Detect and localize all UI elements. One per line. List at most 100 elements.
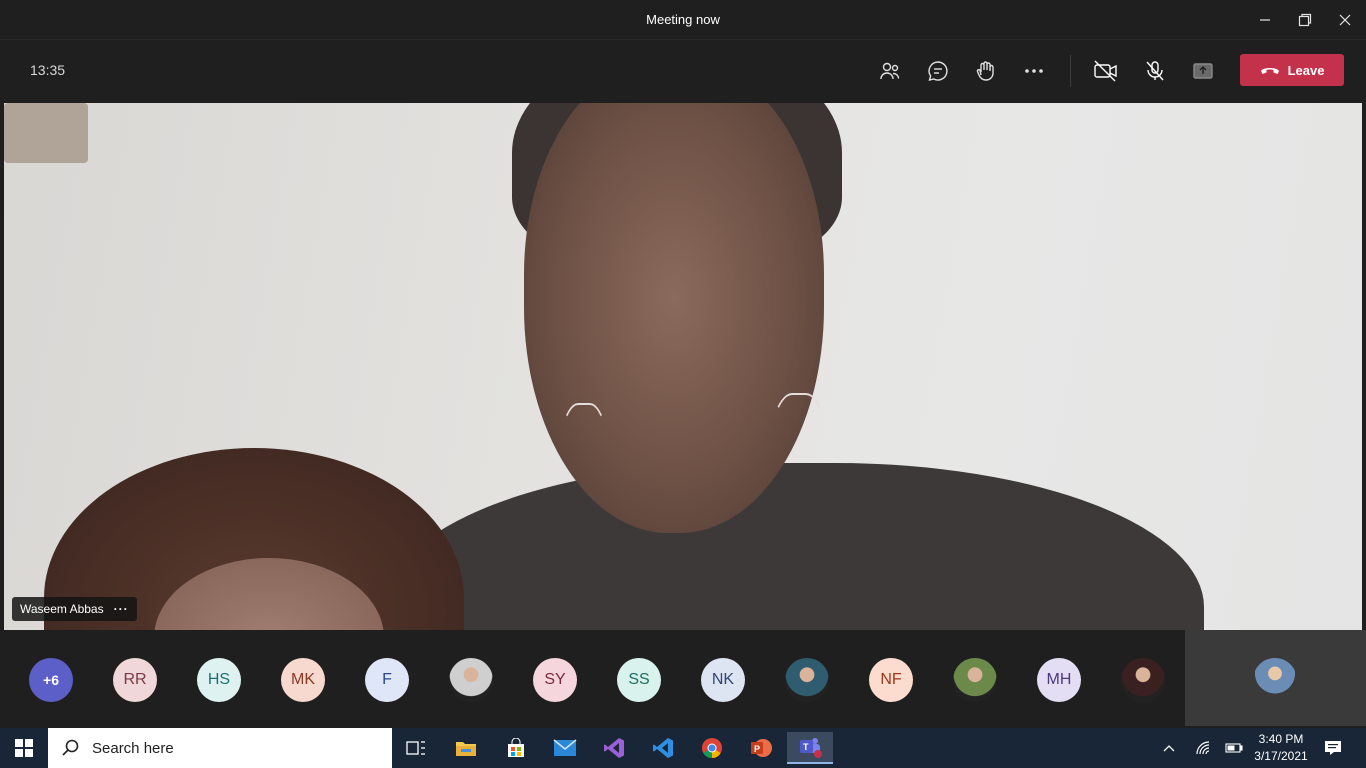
main-video-feed[interactable]: Waseem Abbas ··· — [4, 103, 1362, 630]
visual-studio-button[interactable] — [594, 732, 634, 764]
self-view-tile[interactable] — [1185, 630, 1366, 726]
search-placeholder: Search here — [92, 739, 174, 757]
mail-icon — [553, 739, 577, 756]
chat-icon — [928, 61, 948, 81]
more-actions-button[interactable] — [1016, 53, 1052, 89]
wall-frame-image — [4, 103, 88, 163]
taskbar-search-box[interactable]: Search here — [48, 728, 392, 768]
restore-button[interactable] — [1285, 0, 1325, 40]
network-button[interactable] — [1192, 728, 1214, 768]
participant-avatar[interactable]: MK — [281, 658, 325, 702]
folder-icon — [456, 742, 476, 756]
notification-icon — [1325, 741, 1341, 755]
avatar-initials: NK — [711, 671, 735, 688]
participant-avatar[interactable]: SS — [617, 658, 661, 702]
task-view-button[interactable] — [396, 732, 436, 764]
participant-avatar[interactable]: NK — [701, 658, 745, 702]
reactions-button[interactable] — [968, 53, 1004, 89]
avatar-initials: SY — [544, 671, 566, 688]
powerpoint-button[interactable]: P — [741, 732, 781, 764]
avatar-initials: +6 — [43, 672, 59, 688]
people-icon — [880, 62, 900, 80]
camera-toggle-button[interactable] — [1088, 53, 1124, 89]
minimize-icon — [1260, 19, 1270, 21]
earphone-cable-image-2 — [764, 393, 834, 630]
leave-label: Leave — [1287, 62, 1325, 78]
title-bar: Meeting now — [0, 0, 1366, 40]
participant-name-tag[interactable]: Waseem Abbas ··· — [12, 597, 137, 621]
vscode-icon — [653, 738, 673, 758]
participant-avatar[interactable]: HS — [197, 658, 241, 702]
clock-time: 3:40 PM — [1258, 732, 1304, 746]
system-clock[interactable]: 3:40 PM 3/17/2021 — [1250, 731, 1312, 765]
teams-button[interactable]: T — [787, 732, 833, 764]
share-tray-icon — [1193, 63, 1213, 79]
teams-window: Meeting now 13:35 Leave Waseem Abbas ···… — [0, 0, 1366, 768]
show-hidden-icons-button[interactable] — [1158, 728, 1180, 768]
participants-strip: +6 RR HS MK F SY SS NK NF MH — [0, 630, 1366, 726]
powerpoint-icon: P — [751, 739, 772, 757]
participant-avatar-photo[interactable] — [785, 658, 829, 702]
hang-up-icon — [1260, 68, 1279, 74]
chat-button[interactable] — [920, 53, 956, 89]
toolbar-divider — [1070, 55, 1071, 87]
participants-button[interactable] — [872, 53, 908, 89]
window-title: Meeting now — [646, 12, 720, 27]
minimize-button[interactable] — [1245, 0, 1285, 40]
close-button[interactable] — [1325, 0, 1365, 40]
mic-off-icon — [1146, 61, 1164, 81]
chevron-up-icon — [1163, 745, 1175, 752]
more-icon — [1025, 69, 1043, 73]
participant-avatar[interactable]: F — [365, 658, 409, 702]
avatar-initials: HS — [207, 671, 231, 688]
video-off-icon — [1094, 60, 1117, 82]
meeting-timer: 13:35 — [30, 62, 66, 78]
wifi-icon — [1196, 741, 1210, 755]
avatar-initials: MH — [1046, 671, 1072, 688]
self-avatar-photo — [1253, 658, 1297, 702]
leave-button[interactable]: Leave — [1240, 54, 1344, 86]
participant-avatar[interactable]: +6 — [29, 658, 73, 702]
teams-icon: T — [800, 738, 822, 758]
participant-avatar[interactable]: MH — [1037, 658, 1081, 702]
vscode-button[interactable] — [643, 732, 683, 764]
search-icon — [62, 739, 79, 756]
avatar-initials: RR — [123, 671, 147, 688]
avatar-initials: SS — [628, 671, 650, 688]
participant-name: Waseem Abbas — [20, 602, 104, 616]
meeting-toolbar: 13:35 Leave — [0, 40, 1366, 102]
windows-taskbar: Search here P T 3:40 PM 3/17/2021 — [0, 728, 1366, 768]
participant-avatar-photo[interactable] — [449, 658, 493, 702]
action-center-button[interactable] — [1320, 728, 1346, 768]
chrome-button[interactable] — [692, 732, 732, 764]
store-bag-icon — [508, 738, 524, 757]
svg-text:T: T — [803, 742, 809, 752]
avatar-initials: F — [382, 671, 392, 688]
avatar-initials: MK — [291, 671, 315, 688]
battery-button[interactable] — [1222, 728, 1246, 768]
file-explorer-button[interactable] — [446, 732, 486, 764]
clock-date: 3/17/2021 — [1254, 749, 1308, 763]
visual-studio-icon — [604, 738, 624, 758]
participant-avatar-photo[interactable] — [1121, 658, 1165, 702]
start-button[interactable] — [0, 728, 48, 768]
participant-avatar[interactable]: RR — [113, 658, 157, 702]
battery-icon — [1225, 743, 1243, 753]
store-button[interactable] — [496, 732, 536, 764]
task-view-icon — [406, 741, 425, 755]
participant-avatar[interactable]: NF — [869, 658, 913, 702]
avatar-initials: NF — [880, 671, 902, 688]
mic-toggle-button[interactable] — [1137, 53, 1173, 89]
share-content-button[interactable] — [1185, 53, 1221, 89]
close-icon — [1339, 14, 1351, 26]
more-options-icon[interactable]: ··· — [114, 602, 129, 616]
chrome-icon — [702, 738, 722, 759]
windows-logo-icon — [15, 739, 33, 757]
mail-button[interactable] — [545, 732, 585, 764]
raise-hand-icon — [976, 61, 994, 81]
svg-text:P: P — [754, 744, 760, 754]
earphone-cable-image — [554, 403, 614, 630]
restore-icon — [1298, 13, 1312, 27]
participant-avatar[interactable]: SY — [533, 658, 577, 702]
participant-avatar-photo[interactable] — [953, 658, 997, 702]
